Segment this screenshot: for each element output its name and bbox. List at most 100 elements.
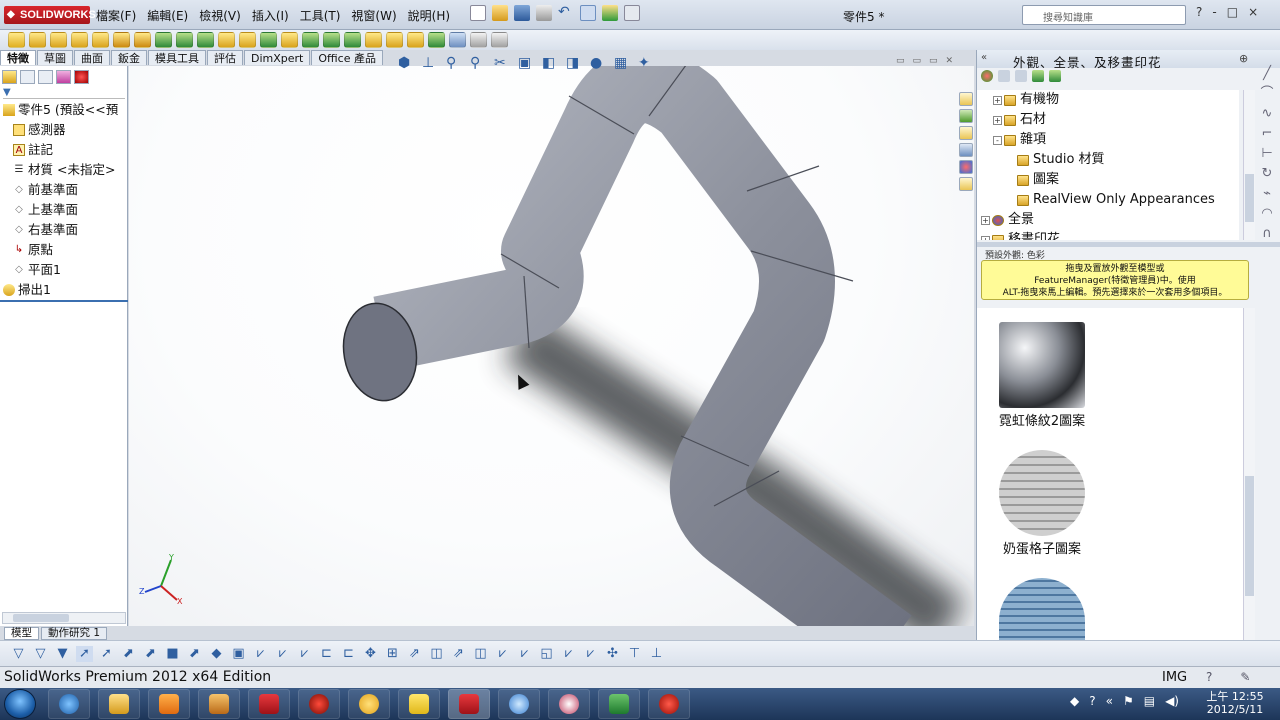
taskbar-app11[interactable] <box>548 689 590 719</box>
tab-sketch[interactable]: 草圖 <box>37 50 73 65</box>
tab-model[interactable]: 模型 <box>4 627 39 640</box>
tree-item-patterns[interactable]: 圖案 <box>977 170 1239 190</box>
add-folder-icon[interactable] <box>1032 70 1044 82</box>
select-arrow-icon[interactable]: ➚ <box>76 646 93 662</box>
select-other-icon[interactable]: ➚ <box>98 646 115 662</box>
taskbar-app6[interactable] <box>298 689 340 719</box>
new-icon[interactable] <box>470 5 486 21</box>
collapse-icon[interactable]: « <box>981 52 987 63</box>
intersect-icon[interactable] <box>365 32 382 48</box>
lofted-cut-icon[interactable] <box>197 32 214 48</box>
print-icon[interactable] <box>536 5 552 21</box>
clock[interactable]: 上午 12:55 2012/5/11 <box>1200 690 1270 716</box>
tree-item-right-plane[interactable]: ◇ 右基準面 <box>3 220 128 240</box>
collapse-icon[interactable]: - <box>993 135 1002 145</box>
fillet-tool-icon[interactable]: ⌐ <box>1259 126 1275 142</box>
tree-item-scenes[interactable]: + 全景 <box>977 210 1239 230</box>
filter-dimensions-icon[interactable]: ▣ <box>230 646 247 662</box>
taskbar-ie[interactable] <box>48 689 90 719</box>
section-view-icon[interactable]: ✂ <box>494 55 510 71</box>
filter-notes-icon[interactable]: ⩗ <box>252 646 269 662</box>
pipe-body[interactable] <box>373 66 912 626</box>
menu-view[interactable]: 檢視(V) <box>199 7 241 24</box>
swatch-blue-pattern[interactable] <box>999 578 1085 640</box>
taskbar-solidworks[interactable] <box>248 689 290 719</box>
edit-appearance-icon[interactable]: ● <box>590 55 606 71</box>
save-icon[interactable] <box>514 5 530 21</box>
previous-view-icon[interactable]: ⚲ <box>470 55 486 71</box>
horizontal-scrollbar[interactable] <box>2 612 126 624</box>
filter-bodies-icon[interactable]: ⬈ <box>186 646 203 662</box>
tree-item-stone[interactable]: + 石材 <box>977 110 1239 130</box>
trim-tool-icon[interactable]: ⊢ <box>1259 146 1275 162</box>
fillet-icon[interactable] <box>239 32 256 48</box>
filter-datum-icon[interactable]: ◫ <box>472 646 489 662</box>
tab-office-products[interactable]: Office 產品 <box>311 50 383 65</box>
dimxpertmanager-tab-icon[interactable] <box>56 70 71 84</box>
tab-sheet-metal[interactable]: 鈑金 <box>111 50 147 65</box>
rib-icon[interactable] <box>281 32 298 48</box>
view-orientation-icon[interactable]: ▣ <box>518 55 534 71</box>
taskbar-app4[interactable] <box>198 689 240 719</box>
curves-icon[interactable] <box>428 32 445 48</box>
swept-cut-icon[interactable] <box>176 32 193 48</box>
expand-icon[interactable]: + <box>993 95 1002 105</box>
appearance-icon[interactable] <box>981 70 993 82</box>
zoom-to-fit-icon[interactable]: ⬢ <box>398 55 414 71</box>
tree-item-material[interactable]: ☰ 材質 <未指定> <box>3 160 128 180</box>
draft-icon[interactable] <box>302 32 319 48</box>
filter-clear-icon[interactable]: ▽ <box>32 646 49 662</box>
tree-item-top-plane[interactable]: ◇ 上基準面 <box>3 200 128 220</box>
filter-pierce-icon[interactable]: ⊥ <box>648 646 665 662</box>
relation-tool-icon[interactable]: ∩ <box>1259 226 1275 242</box>
filter-weld-icon[interactable]: ⇗ <box>450 646 467 662</box>
display-style-icon[interactable] <box>491 32 508 48</box>
viewport-restore-button[interactable]: ▭ <box>913 56 922 66</box>
tab-mold-tools[interactable]: 模具工具 <box>148 50 206 65</box>
tray-flag-icon[interactable]: ⚑ <box>1123 694 1134 708</box>
menu-edit[interactable]: 編輯(E) <box>147 7 188 24</box>
hide-show-icon[interactable]: ◨ <box>566 55 582 71</box>
filter-surface-finish-icon[interactable]: ⩗ <box>494 646 511 662</box>
extruded-boss-icon[interactable] <box>8 32 25 48</box>
options-icon[interactable] <box>624 5 640 21</box>
menu-tools[interactable]: 工具(T) <box>300 7 341 24</box>
close-button[interactable]: × <box>1248 5 1258 19</box>
reference-geometry-icon[interactable] <box>407 32 424 48</box>
filter-balloon-icon[interactable]: ⩗ <box>560 646 577 662</box>
swatch-eggcrate[interactable] <box>999 450 1085 536</box>
pane-splitter[interactable] <box>977 242 1280 247</box>
tree-scrollbar[interactable] <box>1243 90 1255 240</box>
extruded-cut-icon[interactable] <box>113 32 130 48</box>
tree-rollback-bar[interactable] <box>0 300 128 302</box>
filter-tolerance-icon[interactable]: ◱ <box>538 646 555 662</box>
lofted-boss-icon[interactable] <box>71 32 88 48</box>
filter-all-icon[interactable]: ▼ <box>54 646 71 662</box>
filter-toggle-icon[interactable]: ▽ <box>10 646 27 662</box>
taskbar-app7[interactable] <box>348 689 390 719</box>
tree-item-realview-only[interactable]: RealView Only Appearances <box>977 190 1239 210</box>
zoom-to-area-icon[interactable]: ⊥ <box>422 55 438 71</box>
expand-icon[interactable]: + <box>993 115 1002 125</box>
back-icon[interactable] <box>998 70 1010 82</box>
minimize-button[interactable]: - <box>1212 5 1216 19</box>
tree-item-organic[interactable]: + 有機物 <box>977 90 1239 110</box>
open-icon[interactable] <box>492 5 508 21</box>
mirror-icon[interactable] <box>386 32 403 48</box>
configurationmanager-tab-icon[interactable] <box>38 70 53 84</box>
filter-vertices-icon[interactable]: ⬈ <box>120 646 137 662</box>
units-indicator[interactable]: IMG <box>1162 670 1187 685</box>
tab-evaluate[interactable]: 評估 <box>207 50 243 65</box>
view-palette-tab-icon[interactable] <box>959 143 973 157</box>
filter-axes-icon[interactable]: ⊏ <box>318 646 335 662</box>
display-style-icon[interactable]: ◧ <box>542 55 558 71</box>
undo-icon[interactable]: ↶ <box>558 5 574 21</box>
filter-features-icon[interactable]: ◆ <box>208 646 225 662</box>
taskbar-media[interactable] <box>148 689 190 719</box>
tree-item-studio-materials[interactable]: Studio 材質 <box>977 150 1239 170</box>
up-folder-icon[interactable] <box>1049 70 1061 82</box>
tree-item-miscellaneous[interactable]: - 雜項 <box>977 130 1239 150</box>
appearances-tab-icon[interactable] <box>959 160 973 174</box>
rebuild-icon[interactable] <box>602 5 618 21</box>
taskbar-app13[interactable] <box>648 689 690 719</box>
